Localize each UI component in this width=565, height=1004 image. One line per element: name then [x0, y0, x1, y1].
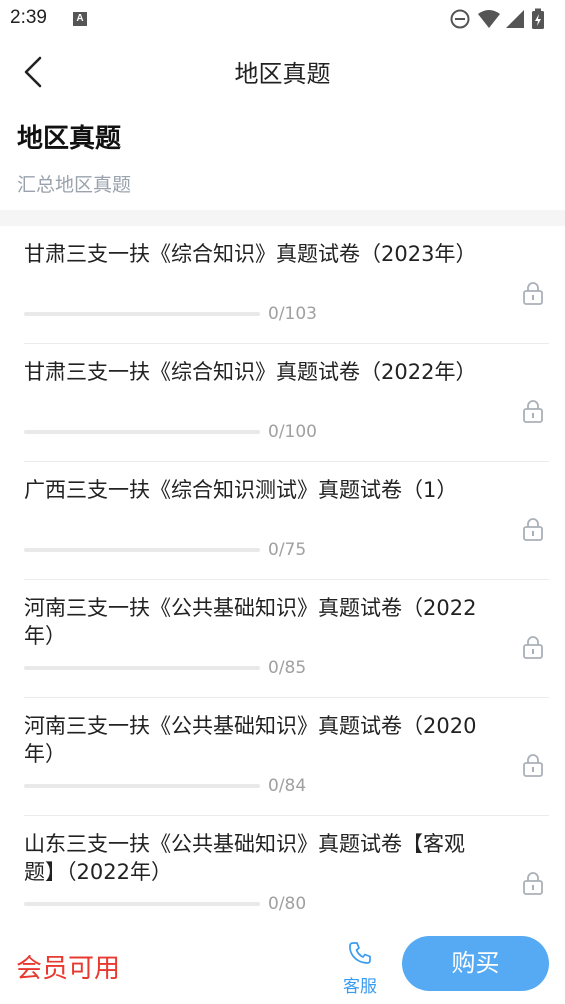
progress-bar	[24, 548, 260, 552]
lock-icon	[523, 872, 543, 895]
member-available-label: 会员可用	[16, 954, 121, 984]
list-item[interactable]: 山东三支一扶《公共基础知识》真题试卷【客观题】（2022年） 0/80	[24, 816, 549, 933]
do-not-disturb-icon	[450, 9, 470, 29]
bottom-bar: 会员可用 客服 购买	[0, 920, 565, 1004]
progress-count: 0/85	[268, 658, 307, 678]
customer-service-button[interactable]: 客服	[336, 940, 384, 997]
item-title: 河南三支一扶《公共基础知识》真题试卷（2020年）	[24, 714, 477, 766]
progress-bar	[24, 312, 260, 316]
notification-icon: A	[73, 12, 87, 26]
item-title: 甘肃三支一扶《综合知识》真题试卷（2022年）	[24, 360, 477, 384]
battery-icon	[532, 8, 544, 29]
nav-bar: 地区真题	[0, 38, 565, 104]
exam-list: 甘肃三支一扶《综合知识》真题试卷（2023年） 0/103 甘肃三支一扶《综合知…	[0, 226, 565, 933]
progress-count: 0/80	[268, 894, 307, 914]
progress-count: 0/100	[268, 422, 317, 442]
customer-service-label: 客服	[343, 977, 377, 997]
page-title: 地区真题	[17, 124, 122, 154]
lock-icon	[523, 518, 543, 541]
page-header: 地区真题 汇总地区真题	[17, 118, 131, 197]
progress-count: 0/84	[268, 776, 307, 796]
item-title: 河南三支一扶《公共基础知识》真题试卷（2022年）	[24, 596, 477, 648]
lock-icon	[523, 754, 543, 777]
list-item[interactable]: 河南三支一扶《公共基础知识》真题试卷（2020年） 0/84	[24, 698, 549, 816]
page-subtitle: 汇总地区真题	[17, 174, 132, 196]
signal-icon	[506, 10, 524, 28]
lock-icon	[523, 400, 543, 423]
list-item[interactable]: 甘肃三支一扶《综合知识》真题试卷（2022年） 0/100	[24, 344, 549, 462]
progress-count: 0/75	[268, 540, 307, 560]
list-item[interactable]: 河南三支一扶《公共基础知识》真题试卷（2022年） 0/85	[24, 580, 549, 698]
list-item[interactable]: 广西三支一扶《综合知识测试》真题试卷（1） 0/75	[24, 462, 549, 580]
item-title: 甘肃三支一扶《综合知识》真题试卷（2023年）	[24, 242, 477, 266]
list-item[interactable]: 甘肃三支一扶《综合知识》真题试卷（2023年） 0/103	[24, 226, 549, 344]
status-bar: 2:39 A	[0, 0, 565, 38]
buy-button[interactable]: 购买	[402, 936, 549, 991]
progress-bar	[24, 784, 260, 788]
wifi-icon	[478, 10, 500, 28]
section-divider	[0, 210, 565, 226]
item-title: 广西三支一扶《综合知识测试》真题试卷（1）	[24, 478, 458, 502]
progress-bar	[24, 902, 260, 906]
item-title: 山东三支一扶《公共基础知识》真题试卷【客观题】（2022年）	[24, 832, 465, 884]
progress-bar	[24, 430, 260, 434]
status-time: 2:39	[10, 7, 47, 28]
progress-count: 0/103	[268, 304, 317, 324]
phone-icon	[349, 942, 371, 964]
progress-bar	[24, 666, 260, 670]
lock-icon	[523, 282, 543, 305]
nav-title: 地区真题	[234, 60, 331, 88]
lock-icon	[523, 636, 543, 659]
